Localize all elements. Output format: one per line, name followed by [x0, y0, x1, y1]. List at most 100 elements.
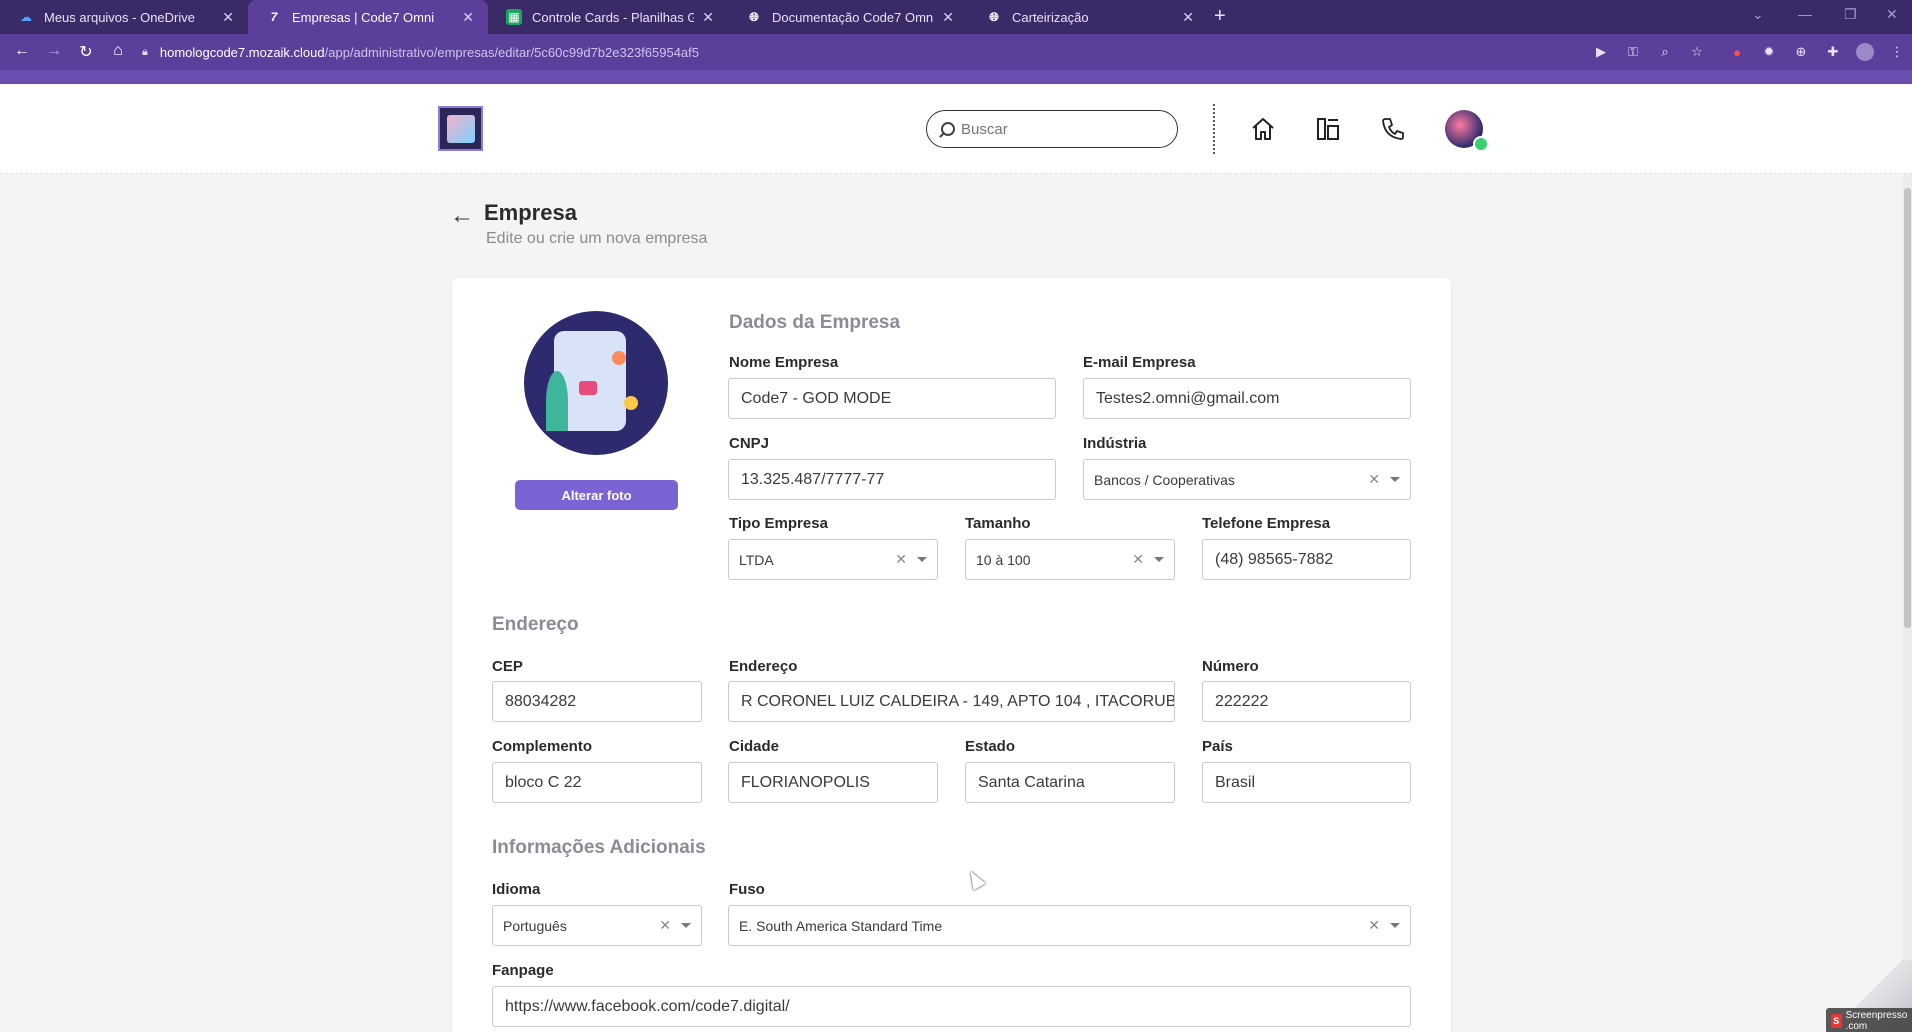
complemento-input[interactable]: bloco C 22: [492, 762, 702, 803]
minimize-button[interactable]: —: [1798, 6, 1812, 22]
sheets-icon: ▦: [506, 9, 522, 25]
clear-icon[interactable]: ✕: [1368, 471, 1380, 488]
close-icon[interactable]: ✕: [942, 9, 954, 26]
browser-tab-onedrive[interactable]: ☁ Meus arquivos - OneDrive ✕: [0, 0, 248, 34]
forward-icon[interactable]: →: [44, 42, 64, 60]
fanpage-input[interactable]: https://www.facebook.com/code7.digital/: [492, 986, 1411, 1027]
estado-input[interactable]: Santa Catarina: [965, 762, 1175, 803]
close-icon[interactable]: ✕: [222, 9, 234, 26]
profile-avatar-icon[interactable]: [1856, 43, 1874, 61]
browser-tab-bar: ☁ Meus arquivos - OneDrive ✕ 7 Empresas …: [0, 0, 1912, 34]
company-photo: [524, 311, 668, 455]
home-icon[interactable]: ⌂: [108, 42, 128, 60]
header-divider: [1213, 104, 1215, 154]
tipo-empresa-select[interactable]: LTDA ✕: [728, 539, 938, 580]
cidade-input[interactable]: FLORIANOPOLIS: [728, 762, 938, 803]
fuso-select[interactable]: E. South America Standard Time ✕: [728, 905, 1411, 946]
home-icon[interactable]: [1248, 114, 1278, 144]
tab-label: Empresas | Code7 Omni: [292, 9, 435, 25]
tamanho-value: 10 à 100: [976, 551, 1031, 568]
extensions-puzzle-icon[interactable]: ✚: [1824, 43, 1842, 61]
phone-icon[interactable]: [1378, 114, 1408, 144]
new-tab-button[interactable]: +: [1214, 5, 1226, 28]
search-icon: [941, 122, 955, 136]
clear-icon[interactable]: ✕: [1132, 551, 1144, 568]
chevron-down-icon[interactable]: [917, 557, 927, 562]
online-status-dot: [1473, 136, 1489, 152]
back-icon[interactable]: ←: [12, 42, 32, 60]
restore-button[interactable]: ❐: [1844, 6, 1857, 23]
chevron-down-icon[interactable]: [1390, 923, 1400, 928]
browser-toolbar: ← → ↻ ⌂ 🔒︎ homologcode7.mozaik.cloud/app…: [0, 34, 1912, 70]
close-icon[interactable]: ✕: [1182, 9, 1194, 26]
endereco-input[interactable]: R CORONEL LUIZ CALDEIRA - 149, APTO 104 …: [728, 681, 1175, 722]
browser-tab-documentacao[interactable]: 🌐︎ Documentação Code7 Omni ✕: [728, 0, 968, 34]
extension-gear-icon[interactable]: ✹: [1760, 43, 1778, 61]
page-title: Empresa: [484, 200, 577, 225]
zoom-icon[interactable]: ⌕: [1656, 43, 1674, 61]
chevron-down-icon[interactable]: [1154, 557, 1164, 562]
star-icon[interactable]: ☆: [1688, 43, 1706, 61]
cidade-label: Cidade: [729, 738, 780, 755]
close-icon[interactable]: ✕: [702, 9, 714, 26]
extension-plus-icon[interactable]: ⊕: [1792, 43, 1810, 61]
industria-value: Bancos / Cooperativas: [1094, 471, 1235, 488]
nome-empresa-label: Nome Empresa: [729, 354, 839, 371]
tipo-empresa-label: Tipo Empresa: [729, 515, 828, 532]
onedrive-icon: ☁: [20, 10, 32, 24]
tab-label: Carteirização: [1012, 9, 1089, 25]
menu-dots-icon[interactable]: ⋮: [1888, 43, 1906, 61]
pais-input[interactable]: Brasil: [1202, 762, 1411, 803]
numero-label: Número: [1202, 658, 1259, 675]
email-empresa-label: E-mail Empresa: [1083, 354, 1196, 371]
cep-label: CEP: [492, 658, 523, 675]
globe-icon: 🌐︎: [749, 9, 759, 24]
email-empresa-input[interactable]: Testes2.omni@gmail.com: [1083, 378, 1411, 419]
screenpresso-watermark: S Screenpresso .com: [1826, 1008, 1912, 1032]
tab-search-icon[interactable]: ⌄: [1752, 6, 1764, 23]
url-bar[interactable]: 🔒︎ homologcode7.mozaik.cloud/app/adminis…: [142, 39, 699, 65]
browser-tab-empresas[interactable]: 7 Empresas | Code7 Omni ✕: [248, 0, 488, 34]
telefone-empresa-label: Telefone Empresa: [1202, 515, 1331, 532]
clear-icon[interactable]: ✕: [1368, 917, 1380, 934]
nome-empresa-input[interactable]: Code7 - GOD MODE: [728, 378, 1056, 419]
camera-icon[interactable]: ▶: [1592, 43, 1610, 61]
extension-red-icon[interactable]: ●: [1728, 43, 1746, 61]
user-avatar[interactable]: [1445, 110, 1489, 152]
numero-input[interactable]: 222222: [1202, 681, 1411, 722]
endereco-label: Endereço: [729, 658, 798, 675]
cep-input[interactable]: 88034282: [492, 681, 702, 722]
estado-label: Estado: [965, 738, 1016, 755]
industria-select[interactable]: Bancos / Cooperativas ✕: [1083, 459, 1411, 500]
tipo-empresa-value: LTDA: [739, 551, 774, 568]
browser-tab-carteirizacao[interactable]: 🌐︎ Carteirização ✕: [968, 0, 1208, 34]
chevron-down-icon[interactable]: [681, 923, 691, 928]
browser-tab-planilhas[interactable]: ▦ Controle Cards - Planilhas Google ✕: [488, 0, 728, 34]
change-photo-button[interactable]: Alterar foto: [515, 480, 678, 510]
idioma-select[interactable]: Português ✕: [492, 905, 702, 946]
idioma-label: Idioma: [492, 881, 541, 898]
url-host: homologcode7.mozaik.cloud: [159, 44, 325, 60]
scrollbar-thumb[interactable]: [1904, 188, 1911, 628]
close-window-button[interactable]: ✕: [1886, 6, 1898, 23]
page-scrollbar[interactable]: [1903, 174, 1912, 1032]
clear-icon[interactable]: ✕: [659, 917, 671, 934]
cnpj-input[interactable]: 13.325.487/7777-77: [728, 459, 1056, 500]
search-box[interactable]: [926, 110, 1178, 148]
back-arrow-icon[interactable]: ←: [450, 202, 474, 230]
app-header: [0, 84, 1912, 174]
dashboard-icon[interactable]: [1313, 114, 1343, 144]
close-icon[interactable]: ✕: [462, 9, 474, 26]
telefone-empresa-input[interactable]: (48) 98565-7882: [1202, 539, 1411, 580]
reload-icon[interactable]: ↻: [76, 42, 96, 62]
idioma-value: Português: [503, 917, 567, 934]
app-logo[interactable]: [438, 106, 483, 151]
key-icon[interactable]: ⚿: [1624, 43, 1642, 61]
section-title-informacoes-adicionais: Informações Adicionais: [492, 837, 706, 858]
section-title-endereco: Endereço: [492, 614, 579, 635]
chevron-down-icon[interactable]: [1390, 477, 1400, 482]
clear-icon[interactable]: ✕: [895, 551, 907, 568]
tamanho-select[interactable]: 10 à 100 ✕: [965, 539, 1175, 580]
search-input[interactable]: [961, 120, 1151, 138]
fanpage-label: Fanpage: [492, 962, 554, 979]
